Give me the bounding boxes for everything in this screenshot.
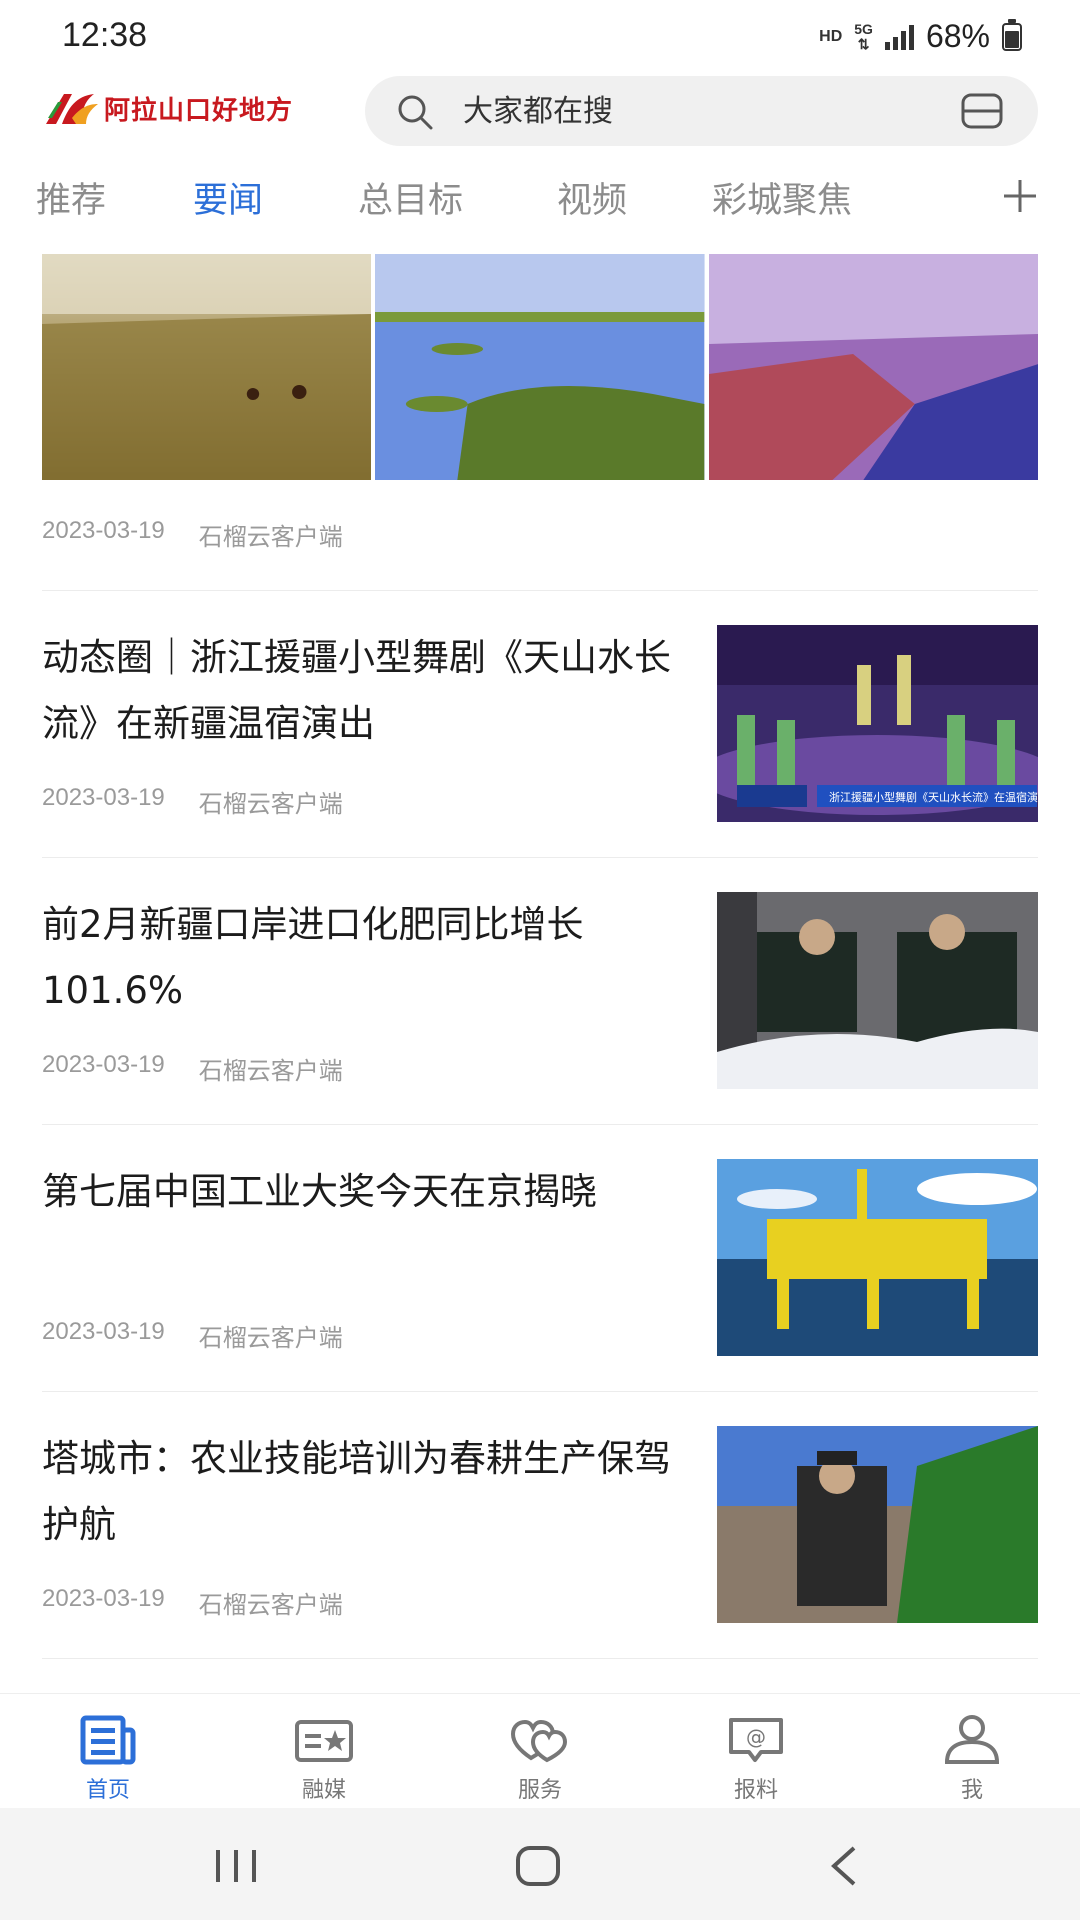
tab-recommend[interactable]: 推荐 xyxy=(36,172,106,223)
news-title: 塔城市：农业技能培训为春耕生产保驾护航 xyxy=(42,1437,671,1546)
nav-media[interactable]: 融媒 xyxy=(254,1712,394,1804)
news-meta: 2023-03-19 石榴云客户端 xyxy=(42,1318,343,1353)
logo-text: 阿拉山口好地方 xyxy=(104,95,294,126)
news-source: 石榴云客户端 xyxy=(198,524,343,551)
nav-me[interactable]: 我 xyxy=(902,1712,1042,1804)
logo-mark-icon xyxy=(46,94,98,124)
gallery-news-item[interactable] xyxy=(42,254,1038,480)
add-tab-icon[interactable] xyxy=(1000,176,1040,216)
nav-label: 我 xyxy=(960,1778,983,1803)
news-meta: 2023-03-19 石榴云客户端 xyxy=(42,784,343,819)
news-meta: 2023-03-19 石榴云客户端 xyxy=(42,1585,343,1620)
news-source: 石榴云客户端 xyxy=(198,791,343,818)
news-source: 石榴云客户端 xyxy=(198,1325,343,1352)
tab-video[interactable]: 视频 xyxy=(557,172,627,223)
at-chat-icon: @ xyxy=(729,1718,783,1762)
network-indicator: 5G ⇅ xyxy=(854,20,873,52)
app-logo[interactable]: 阿拉山口好地方 xyxy=(42,88,293,128)
back-icon[interactable] xyxy=(814,1844,874,1888)
publish-date: 2023-03-19 xyxy=(42,1318,165,1345)
status-indicators: HD 5G ⇅ 68% xyxy=(819,18,1022,55)
app-header: 阿拉山口好地方 xyxy=(0,76,1080,148)
divider xyxy=(42,590,1038,591)
scan-icon[interactable] xyxy=(960,92,1004,130)
bottom-navigation: 首页 融媒 服务 @ 报料 我 xyxy=(0,1693,1080,1808)
nav-report[interactable]: @ 报料 xyxy=(686,1712,826,1804)
divider xyxy=(42,1658,1038,1659)
battery-percent: 68% xyxy=(925,18,990,54)
network-label: 5G xyxy=(854,20,873,37)
media-card-icon xyxy=(295,1720,353,1762)
status-time: 12:38 xyxy=(62,16,148,54)
news-thumbnail-dance: 浙江援疆小型舞剧《天山水长流》在温宿演出 xyxy=(717,625,1038,822)
news-title: 前2月新疆口岸进口化肥同比增长101.6% xyxy=(42,903,584,1012)
battery-icon xyxy=(1002,18,1022,51)
gallery-image-canyon xyxy=(708,254,1038,480)
news-thumbnail-platform xyxy=(717,1159,1038,1356)
hd-indicator: HD xyxy=(819,27,843,45)
svg-text:@: @ xyxy=(746,1725,766,1749)
tab-headlines[interactable]: 要闻 xyxy=(193,172,263,223)
news-icon xyxy=(80,1715,136,1765)
search-bar[interactable] xyxy=(365,76,1038,146)
signal-icon xyxy=(884,24,914,50)
news-title: 动态圈｜浙江援疆小型舞剧《天山水长流》在新疆温宿演出 xyxy=(42,636,671,745)
publish-date: 2023-03-19 xyxy=(42,517,165,544)
search-icon xyxy=(398,95,433,130)
divider xyxy=(42,857,1038,858)
nav-label: 服务 xyxy=(517,1778,562,1803)
news-thumbnail-customs xyxy=(717,892,1038,1089)
news-title: 第七届中国工业大奖今天在京揭晓 xyxy=(42,1170,597,1213)
divider xyxy=(42,1124,1038,1125)
publish-date: 2023-03-19 xyxy=(42,784,165,811)
news-meta: 2023-03-19 石榴云客户端 xyxy=(42,1051,343,1086)
recent-apps-icon[interactable] xyxy=(206,1844,266,1888)
data-arrows-icon: ⇅ xyxy=(857,35,870,52)
system-navigation-bar xyxy=(0,1808,1080,1920)
publish-date: 2023-03-19 xyxy=(42,1585,165,1612)
status-bar: 12:38 HD 5G ⇅ 68% xyxy=(0,0,1080,76)
gallery-image-wetland xyxy=(375,254,705,480)
category-tabs: 推荐 要闻 总目标 视频 彩城聚焦 xyxy=(0,172,1080,234)
nav-label: 报料 xyxy=(733,1778,778,1803)
nav-label: 首页 xyxy=(85,1778,130,1803)
gallery-item-meta: 2023-03-19 石榴云客户端 xyxy=(42,517,343,552)
nav-services[interactable]: 服务 xyxy=(470,1712,610,1804)
news-source: 石榴云客户端 xyxy=(198,1592,343,1619)
gallery-image-grassland xyxy=(42,254,372,480)
home-button-icon[interactable] xyxy=(508,1844,568,1888)
search-input[interactable] xyxy=(463,90,943,132)
news-source: 石榴云客户端 xyxy=(198,1058,343,1085)
nav-label: 融媒 xyxy=(301,1778,346,1803)
tab-caicheng-focus[interactable]: 彩城聚焦 xyxy=(712,172,852,223)
tab-general-goal[interactable]: 总目标 xyxy=(358,172,463,223)
user-icon xyxy=(944,1715,1000,1764)
news-thumbnail-farm-training xyxy=(717,1426,1038,1623)
thumb-caption: 浙江援疆小型舞剧《天山水长流》在温宿演出 xyxy=(829,790,1038,804)
publish-date: 2023-03-19 xyxy=(42,1051,165,1078)
nav-home[interactable]: 首页 xyxy=(38,1712,178,1804)
divider xyxy=(42,1391,1038,1392)
hearts-icon xyxy=(510,1719,568,1763)
